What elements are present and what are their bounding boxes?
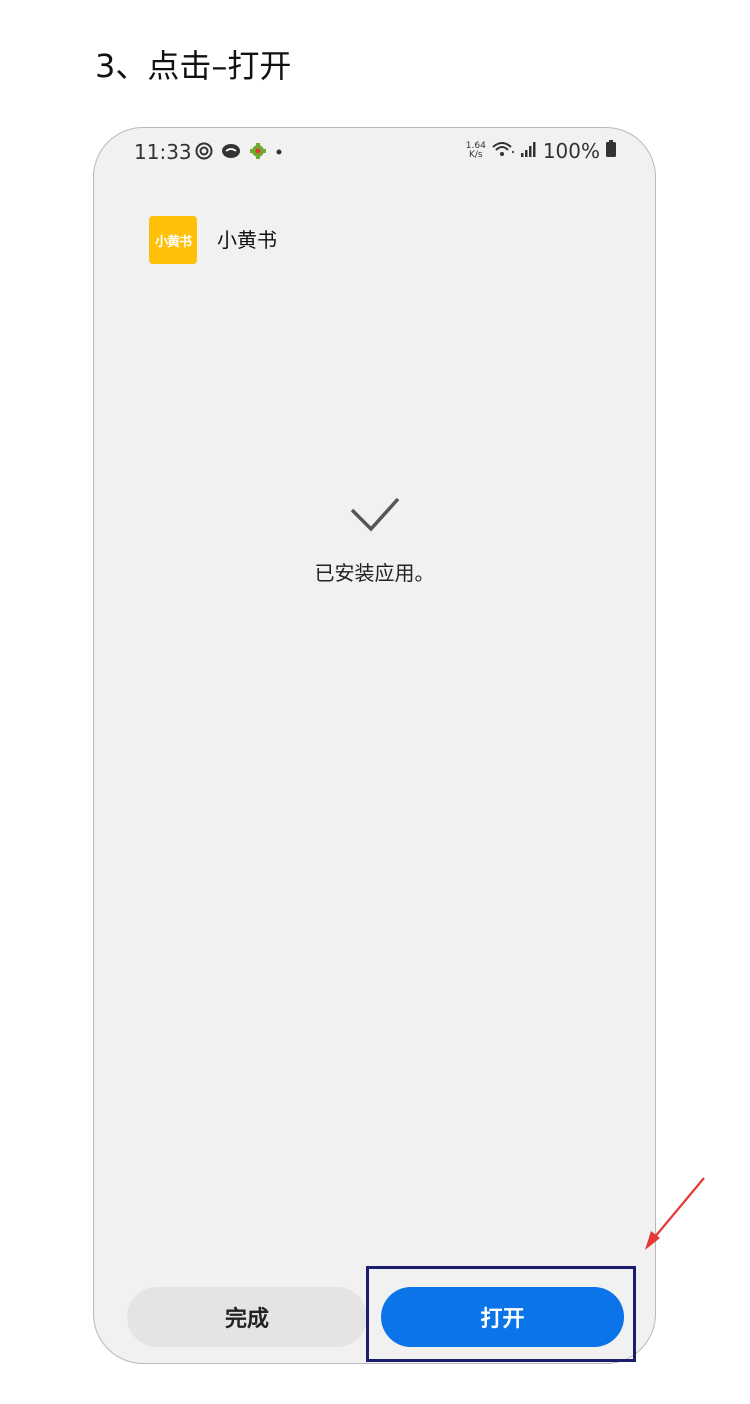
step-instruction-title: 3、点击–打开 — [95, 47, 292, 85]
done-button[interactable]: 完成 — [127, 1287, 367, 1347]
chat-bubble-icon — [220, 141, 242, 161]
dot-icon — [274, 141, 284, 161]
status-notification-icons — [194, 141, 284, 161]
install-success-message: 已安装应用。 — [314, 561, 435, 585]
checkmark-icon — [350, 497, 400, 532]
status-system-icons: 1.64 K/s 100% — [466, 139, 617, 163]
app-name: 小黄书 — [217, 228, 277, 252]
app-icon: 小黄书 — [149, 216, 197, 264]
battery-icon — [605, 139, 617, 163]
notification-swirl-icon — [194, 141, 214, 161]
app-header: 小黄书 小黄书 — [149, 216, 277, 264]
status-bar: 11:33 1.64 K/s 100% — [94, 128, 655, 176]
network-speed: 1.64 K/s — [466, 142, 486, 160]
open-button[interactable]: 打开 — [381, 1287, 624, 1347]
status-time: 11:33 — [134, 140, 192, 164]
signal-icon — [520, 139, 538, 163]
phone-screen: 11:33 1.64 K/s 100% 小黄书 小黄书 已安装应用。 完成 打开 — [93, 127, 656, 1364]
wifi-icon — [491, 139, 515, 163]
network-speed-unit: K/s — [468, 150, 483, 160]
battery-percent: 100% — [542, 139, 600, 163]
android-icon — [248, 141, 268, 161]
